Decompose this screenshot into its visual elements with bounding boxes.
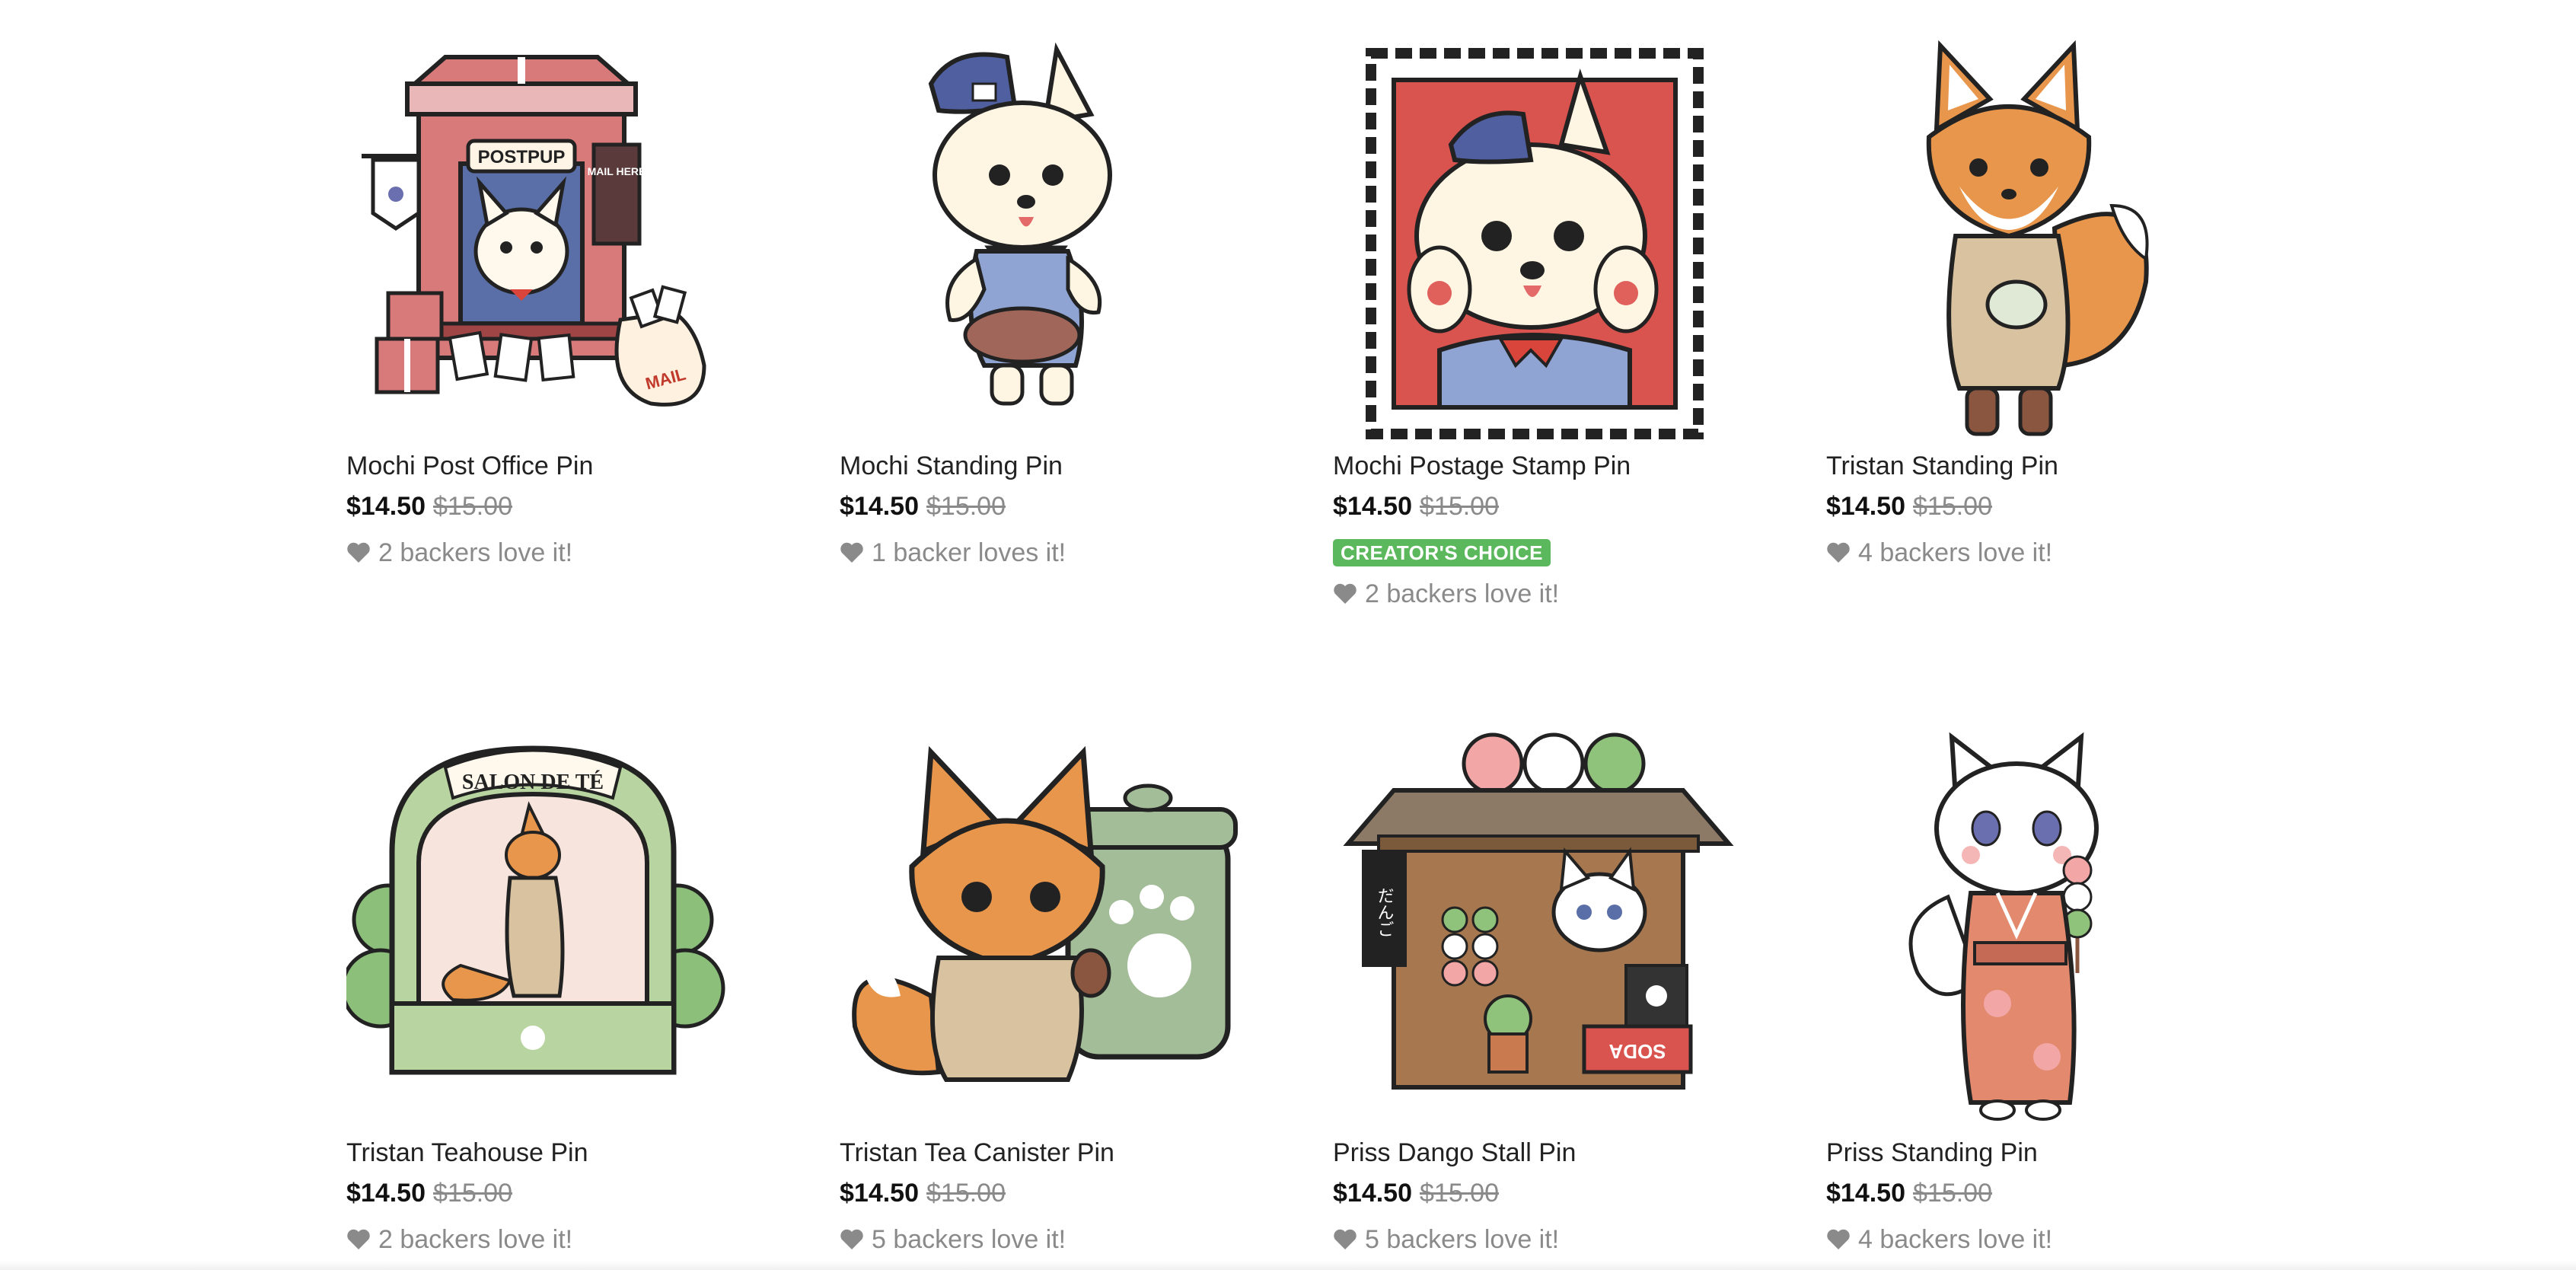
backers-love-link[interactable]: 5 backers love it! (840, 1224, 1066, 1255)
product-card[interactable]: Mochi Postage Stamp Pin $14.50 $15.00 CRE… (1333, 30, 1790, 608)
tea-canister-pin-art[interactable] (840, 722, 1266, 1148)
dango-sign-text: だんご (1375, 887, 1394, 937)
backers-count: 2 backers love it! (378, 538, 573, 567)
fox-standing-pin-art[interactable] (1826, 30, 2252, 457)
backers-count: 2 backers love it! (1365, 579, 1560, 608)
product-card[interactable]: Tristan Tea Canister Pin $14.50 $15.00 5 … (840, 722, 1296, 1254)
creators-choice-badge: CREATOR'S CHOICE (1333, 539, 1551, 566)
heart-icon (840, 542, 863, 563)
backers-count: 1 backer loves it! (872, 538, 1066, 567)
sale-price: $14.50 (1826, 492, 1905, 521)
backers-love-link[interactable]: 4 backers love it! (1826, 1224, 2052, 1255)
original-price: $15.00 (1420, 492, 1499, 521)
backers-count: 4 backers love it! (1858, 538, 2053, 567)
original-price: $15.00 (433, 1179, 512, 1208)
postage-stamp-pin-art[interactable] (1333, 30, 1759, 457)
original-price: $15.00 (1420, 1179, 1499, 1208)
heart-icon (347, 542, 370, 563)
backers-love-link[interactable]: 1 backer loves it! (840, 538, 1066, 568)
backers-love-link[interactable]: 2 backers love it! (346, 1224, 572, 1255)
product-price: $14.50 $15.00 (1333, 1178, 1499, 1208)
product-price: $14.50 $15.00 (1826, 1178, 1992, 1208)
backers-love-link[interactable]: 2 backers love it! (1333, 579, 1559, 609)
page-bottom-shadow (0, 1261, 2576, 1270)
dango-stall-pin-art[interactable]: だんご SODA (1333, 722, 1759, 1148)
product-price: $14.50 $15.00 (1826, 491, 1992, 522)
backers-count: 2 backers love it! (378, 1225, 573, 1254)
backers-count: 5 backers love it! (1365, 1225, 1560, 1254)
heart-icon (1827, 542, 1850, 563)
heart-icon (840, 1229, 863, 1249)
original-price: $15.00 (1913, 1179, 1992, 1208)
sale-price: $14.50 (1333, 1179, 1412, 1208)
original-price: $15.00 (926, 492, 1006, 521)
sale-price: $14.50 (1826, 1179, 1905, 1208)
product-title[interactable]: Tristan Tea Canister Pin (840, 1138, 1114, 1168)
original-price: $15.00 (926, 1179, 1006, 1208)
product-card[interactable]: Tristan Standing Pin $14.50 $15.00 4 back… (1826, 30, 2283, 567)
product-price: $14.50 $15.00 (840, 491, 1006, 522)
sale-price: $14.50 (1333, 492, 1412, 521)
product-card[interactable]: SALON DE TÉ Tristan Teahouse Pin $14.50 $… (346, 722, 803, 1254)
original-price: $15.00 (1913, 492, 1992, 521)
heart-icon (1334, 583, 1357, 604)
soda-sign-text: SODA (1608, 1040, 1666, 1063)
product-title[interactable]: Tristan Teahouse Pin (346, 1138, 588, 1168)
product-grid: POSTPUP MAIL HERE MAIL Mochi Post Office… (0, 0, 2576, 1270)
sale-price: $14.50 (840, 492, 919, 521)
product-title[interactable]: Tristan Standing Pin (1826, 451, 2058, 481)
product-title[interactable]: Mochi Post Office Pin (346, 451, 593, 481)
product-price: $14.50 $15.00 (840, 1178, 1006, 1208)
cat-standing-pin-art[interactable] (1826, 722, 2252, 1148)
teahouse-pin-art[interactable]: SALON DE TÉ (346, 722, 773, 1148)
product-title[interactable]: Mochi Standing Pin (840, 451, 1063, 481)
dog-standing-pin-art[interactable] (840, 30, 1266, 457)
mail-here-sign-text: MAIL HERE (588, 165, 646, 177)
backers-love-link[interactable]: 5 backers love it! (1333, 1224, 1559, 1255)
postpup-sign-text: POSTPUP (478, 147, 566, 168)
sale-price: $14.50 (346, 1179, 426, 1208)
product-price: $14.50 $15.00 (346, 1178, 512, 1208)
product-card[interactable]: だんご SODA Priss Dango Stall Pin $14.50 $1… (1333, 722, 1790, 1254)
product-price: $14.50 $15.00 (1333, 491, 1499, 522)
backers-count: 5 backers love it! (872, 1225, 1066, 1254)
sale-price: $14.50 (346, 492, 426, 521)
product-title[interactable]: Priss Dango Stall Pin (1333, 1138, 1576, 1168)
product-title[interactable]: Priss Standing Pin (1826, 1138, 2038, 1168)
backers-count: 4 backers love it! (1858, 1225, 2053, 1254)
sale-price: $14.50 (840, 1179, 919, 1208)
heart-icon (1334, 1229, 1357, 1249)
heart-icon (1827, 1229, 1850, 1249)
heart-icon (347, 1229, 370, 1249)
salon-sign-text: SALON DE TÉ (462, 771, 604, 794)
backers-love-link[interactable]: 4 backers love it! (1826, 538, 2052, 568)
backers-love-link[interactable]: 2 backers love it! (346, 538, 572, 568)
original-price: $15.00 (433, 492, 512, 521)
product-card[interactable]: Mochi Standing Pin $14.50 $15.00 1 backer… (840, 30, 1296, 567)
product-card[interactable]: POSTPUP MAIL HERE MAIL Mochi Post Office… (346, 30, 803, 567)
product-title[interactable]: Mochi Postage Stamp Pin (1333, 451, 1631, 481)
post-office-pin-art[interactable]: POSTPUP MAIL HERE MAIL (346, 30, 773, 457)
product-card[interactable]: Priss Standing Pin $14.50 $15.00 4 backer… (1826, 722, 2283, 1254)
product-price: $14.50 $15.00 (346, 491, 512, 522)
